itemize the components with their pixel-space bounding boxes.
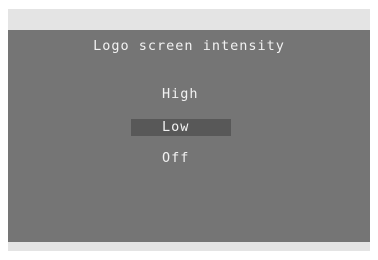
menu-title: Logo screen intensity xyxy=(93,38,285,54)
menu-option-off[interactable]: Off xyxy=(162,149,189,167)
menu-option-high[interactable]: High xyxy=(162,85,199,103)
menu-option-low[interactable]: Low xyxy=(162,118,189,136)
menu-screen xyxy=(8,30,370,242)
